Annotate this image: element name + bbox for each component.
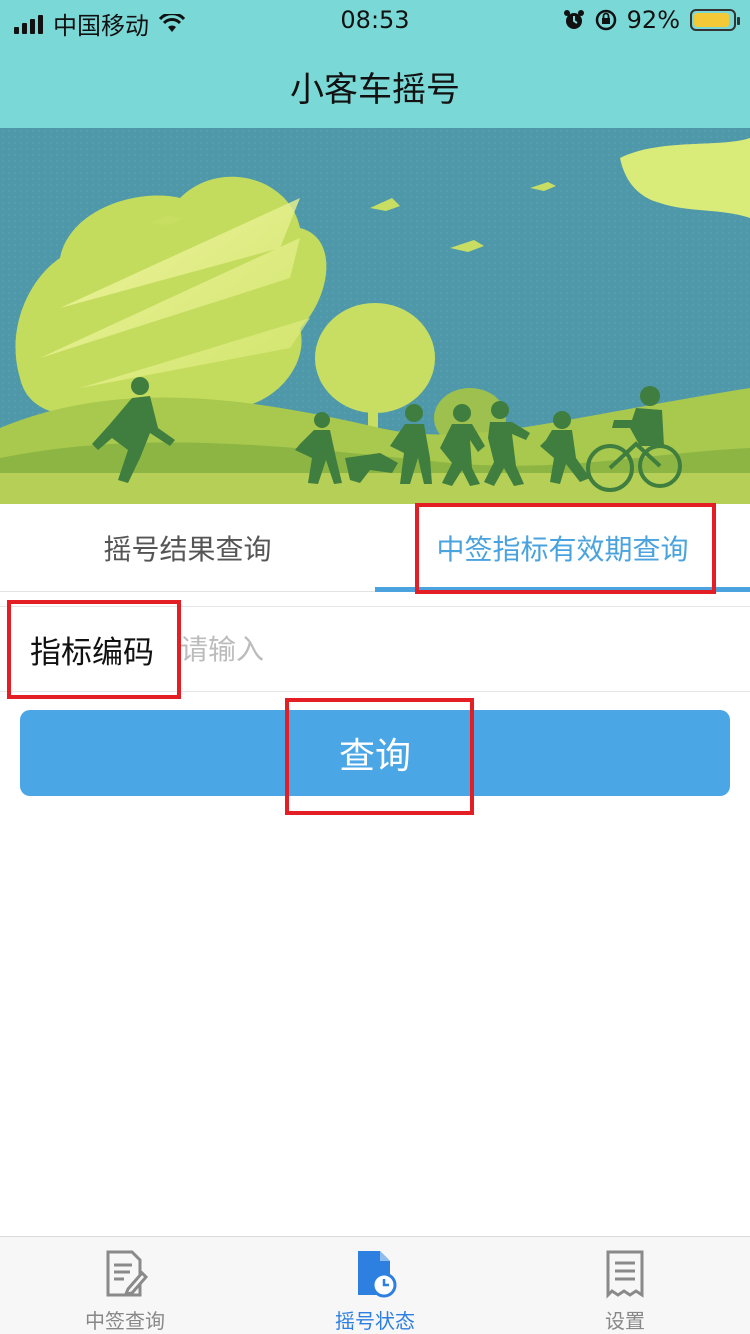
query-tabs: 摇号结果查询 中签指标有效期查询 (0, 504, 750, 592)
tabbar-label: 摇号状态 (335, 1309, 415, 1333)
page-title: 小客车摇号 (290, 70, 460, 110)
quota-code-label: 指标编码 (30, 634, 154, 671)
quota-code-field-row: 指标编码 (0, 606, 750, 692)
receipt-list-icon (606, 1250, 644, 1299)
tab-lottery-result[interactable]: 摇号结果查询 (0, 504, 375, 591)
tabbar-item-winning-query[interactable]: 中签查询 (0, 1237, 250, 1334)
rotation-lock-icon (595, 9, 616, 31)
tabbar-label: 中签查询 (85, 1309, 165, 1333)
battery-icon (690, 9, 740, 31)
tabbar-item-settings[interactable]: 设置 (500, 1237, 750, 1334)
top-bar: 中国移动 08:53 92% 小客车摇号 (0, 0, 750, 128)
tabbar-label: 设置 (605, 1309, 645, 1333)
document-clock-icon (358, 1251, 397, 1298)
alarm-icon (563, 10, 584, 29)
banner-illustration (0, 128, 750, 504)
query-button[interactable]: 查询 (20, 710, 730, 796)
tabbar-item-lottery-status[interactable]: 摇号状态 (250, 1237, 500, 1334)
battery-percent: 92% (626, 6, 680, 34)
document-edit-icon (106, 1250, 148, 1297)
tab-quota-validity[interactable]: 中签指标有效期查询 (375, 504, 750, 592)
status-bar: 中国移动 08:53 92% (0, 0, 750, 40)
bottom-tab-bar: 中签查询 摇号状态 设置 (0, 1236, 750, 1334)
status-right: 92% (563, 6, 740, 34)
quota-code-input[interactable] (180, 607, 750, 691)
